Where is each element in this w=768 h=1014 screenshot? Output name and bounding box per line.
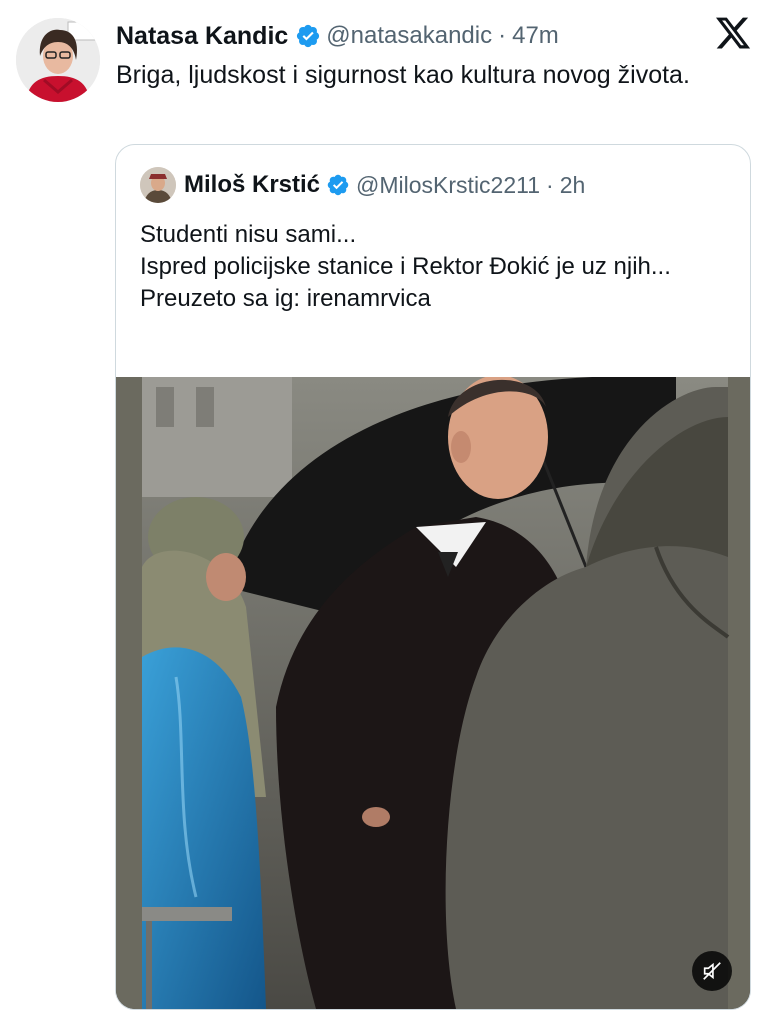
separator-dot: · <box>498 22 507 49</box>
quoted-text-line: Ispred policijske stanice i Rektor Đokić… <box>140 253 671 280</box>
author-avatar[interactable] <box>16 18 100 102</box>
tweet-timestamp[interactable]: 47m <box>512 22 559 50</box>
verified-badge-icon <box>295 23 321 49</box>
quoted-tweet-header: Miloš Krstić @MilosKrstic2211 · 2h <box>140 167 585 203</box>
quoted-author-handle[interactable]: @MilosKrstic2211 <box>356 172 540 199</box>
author-name[interactable]: Natasa Kandic <box>116 22 288 51</box>
quoted-tweet-timestamp[interactable]: 2h <box>560 172 586 199</box>
quoted-text-line: Preuzeto sa ig: irenamrvica <box>140 285 431 312</box>
verified-badge-icon <box>326 173 350 197</box>
quoted-tweet-card[interactable]: Miloš Krstić @MilosKrstic2211 · 2h Stude… <box>115 144 751 1010</box>
x-logo-icon[interactable] <box>714 14 752 52</box>
mute-toggle-button[interactable] <box>692 951 732 991</box>
author-handle[interactable]: @natasakandic <box>326 22 492 50</box>
separator-dot: · <box>546 171 554 198</box>
quoted-author-avatar[interactable] <box>140 167 176 203</box>
quoted-text-line: Studenti nisu sami... <box>140 221 357 248</box>
tweet-text: Briga, ljudskost i sigurnost kao kultura… <box>116 61 690 89</box>
video-player[interactable] <box>116 377 750 1009</box>
tweet-header: Natasa Kandic @natasakandic · 47m <box>116 16 688 56</box>
quoted-tweet-text: Studenti nisu sami... Ispred policijske … <box>140 219 730 315</box>
muted-speaker-icon <box>703 962 721 980</box>
quoted-author-name[interactable]: Miloš Krstić <box>184 171 320 199</box>
